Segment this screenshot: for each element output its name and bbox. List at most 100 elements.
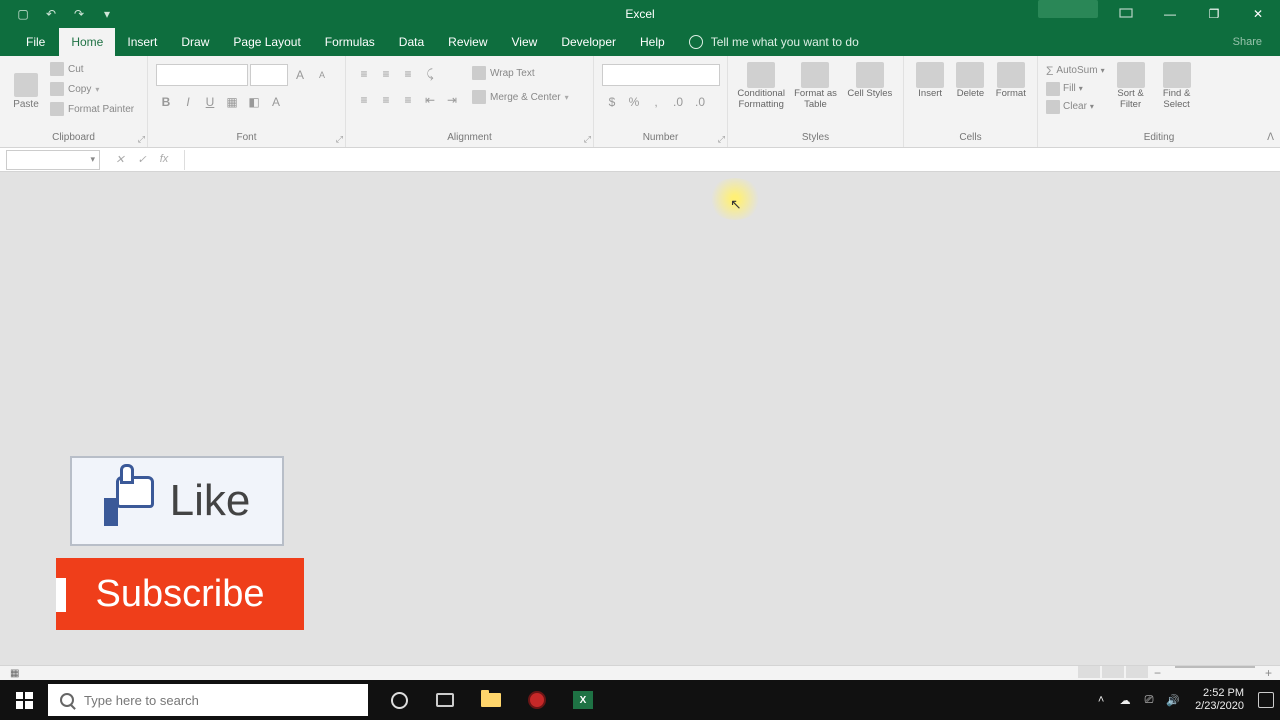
align-left-icon[interactable]: ≡ — [354, 90, 374, 110]
align-bottom-icon[interactable]: ≡ — [398, 64, 418, 84]
align-top-icon[interactable]: ≡ — [354, 64, 374, 84]
cell-styles-button[interactable]: Cell Styles — [845, 62, 895, 100]
tab-developer[interactable]: Developer — [549, 28, 628, 56]
increase-font-icon[interactable]: A — [290, 65, 310, 85]
font-size-select[interactable] — [250, 64, 288, 86]
tab-file[interactable]: File — [12, 28, 59, 56]
decrease-indent-icon[interactable]: ⇤ — [420, 90, 440, 110]
font-family-select[interactable] — [156, 64, 248, 86]
minimize-button[interactable]: — — [1148, 0, 1192, 28]
autosum-button[interactable]: AutoSum▾ — [1046, 62, 1105, 79]
tab-formulas[interactable]: Formulas — [313, 28, 387, 56]
decrease-font-icon[interactable]: A — [312, 65, 332, 85]
fill-color-button[interactable]: ◧ — [244, 92, 264, 112]
tab-insert[interactable]: Insert — [115, 28, 169, 56]
tray-chevron-icon[interactable]: ˄ — [1093, 692, 1109, 708]
cortana-icon[interactable] — [376, 680, 422, 720]
currency-icon[interactable]: $ — [602, 92, 622, 112]
decrease-decimal-icon[interactable]: .0 — [690, 92, 710, 112]
italic-button[interactable]: I — [178, 92, 198, 112]
ribbon-options-icon[interactable] — [1104, 0, 1148, 28]
copy-button[interactable]: Copy▾ — [48, 80, 136, 98]
tab-help[interactable]: Help — [628, 28, 677, 56]
format-cells-button[interactable]: Format — [993, 62, 1029, 100]
percent-icon[interactable]: % — [624, 92, 644, 112]
fill-button[interactable]: Fill▾ — [1046, 80, 1105, 97]
formula-input[interactable] — [184, 150, 1280, 170]
tab-page-layout[interactable]: Page Layout — [221, 28, 312, 56]
record-macro-icon[interactable]: ▦ — [0, 668, 19, 679]
customize-qat-icon[interactable]: ▾ — [98, 5, 116, 23]
underline-button[interactable]: U — [200, 92, 220, 112]
fx-icon[interactable]: fx — [156, 153, 172, 166]
conditional-formatting-button[interactable]: Conditional Formatting — [736, 62, 786, 111]
align-center-icon[interactable]: ≡ — [376, 90, 396, 110]
onedrive-icon[interactable]: ☁ — [1117, 692, 1133, 708]
share-button[interactable]: Share — [1233, 36, 1280, 48]
dialog-launcher-icon[interactable]: ⤢ — [718, 134, 725, 145]
enter-formula-icon[interactable]: ✓ — [134, 153, 150, 166]
group-label: Font — [156, 132, 337, 145]
tab-review[interactable]: Review — [436, 28, 499, 56]
file-explorer-icon[interactable] — [468, 680, 514, 720]
tab-home[interactable]: Home — [59, 28, 115, 56]
format-as-table-button[interactable]: Format as Table — [790, 62, 840, 111]
clock[interactable]: 2:52 PM 2/23/2020 — [1189, 687, 1250, 713]
font-color-button[interactable]: A — [266, 92, 286, 112]
align-right-icon[interactable]: ≡ — [398, 90, 418, 110]
wrap-icon — [472, 66, 486, 80]
maximize-button[interactable]: ❐ — [1192, 0, 1236, 28]
bold-button[interactable]: B — [156, 92, 176, 112]
borders-button[interactable]: ▦ — [222, 92, 242, 112]
zoom-out-icon[interactable]: − — [1150, 666, 1165, 680]
start-button[interactable] — [0, 680, 48, 720]
group-label: Cells — [912, 132, 1029, 145]
merge-center-button[interactable]: Merge & Center▾ — [470, 88, 571, 106]
dialog-launcher-icon[interactable]: ⤢ — [336, 134, 343, 145]
zoom-slider[interactable] — [1175, 666, 1255, 668]
close-button[interactable]: ✕ — [1236, 0, 1280, 28]
excel-taskbar-icon[interactable]: X — [560, 680, 606, 720]
wrap-text-button[interactable]: Wrap Text — [470, 64, 571, 82]
collapse-ribbon-icon[interactable]: ᐱ — [1267, 132, 1274, 143]
cancel-formula-icon[interactable]: ✕ — [112, 153, 128, 166]
group-label: Alignment — [354, 132, 585, 145]
dialog-launcher-icon[interactable]: ⤢ — [584, 134, 591, 145]
tab-view[interactable]: View — [500, 28, 550, 56]
increase-indent-icon[interactable]: ⇥ — [442, 90, 462, 110]
formula-bar: ✕ ✓ fx — [0, 148, 1280, 172]
clear-button[interactable]: Clear▾ — [1046, 98, 1105, 115]
insert-cells-button[interactable]: Insert — [912, 62, 948, 100]
tell-me-search[interactable]: Tell me what you want to do — [689, 35, 859, 49]
align-middle-icon[interactable]: ≡ — [376, 64, 396, 84]
increase-decimal-icon[interactable]: .0 — [668, 92, 688, 112]
normal-view-icon[interactable] — [1078, 666, 1100, 678]
undo-icon[interactable]: ↶ — [42, 5, 60, 23]
name-box[interactable] — [6, 150, 100, 170]
redo-icon[interactable]: ↷ — [70, 5, 88, 23]
tab-draw[interactable]: Draw — [169, 28, 221, 56]
task-view-icon[interactable] — [422, 680, 468, 720]
account-button[interactable] — [1038, 0, 1098, 18]
recorder-icon[interactable] — [514, 680, 560, 720]
dialog-launcher-icon[interactable]: ⤢ — [138, 134, 145, 145]
zoom-in-icon[interactable]: + — [1265, 666, 1272, 680]
delete-cells-button[interactable]: Delete — [952, 62, 988, 100]
format-painter-button[interactable]: Format Painter — [48, 100, 136, 118]
number-format-select[interactable] — [602, 64, 720, 86]
paste-button[interactable]: Paste — [8, 60, 44, 122]
orientation-icon[interactable]: ⤹ — [420, 64, 440, 84]
comma-icon[interactable]: , — [646, 92, 666, 112]
find-select-button[interactable]: Find & Select — [1157, 62, 1197, 111]
taskbar-search[interactable]: Type here to search — [48, 684, 368, 716]
network-icon[interactable]: ⎚ — [1141, 692, 1157, 708]
sort-filter-button[interactable]: Sort & Filter — [1111, 62, 1151, 111]
volume-icon[interactable]: 🔊 — [1165, 692, 1181, 708]
cut-button[interactable]: Cut — [48, 60, 136, 78]
page-break-view-icon[interactable] — [1126, 666, 1148, 678]
save-icon[interactable]: ▢ — [14, 5, 32, 23]
page-layout-view-icon[interactable] — [1102, 666, 1124, 678]
notifications-icon[interactable] — [1258, 692, 1274, 708]
tab-data[interactable]: Data — [387, 28, 436, 56]
status-bar: ▦ − + — [0, 665, 1280, 680]
